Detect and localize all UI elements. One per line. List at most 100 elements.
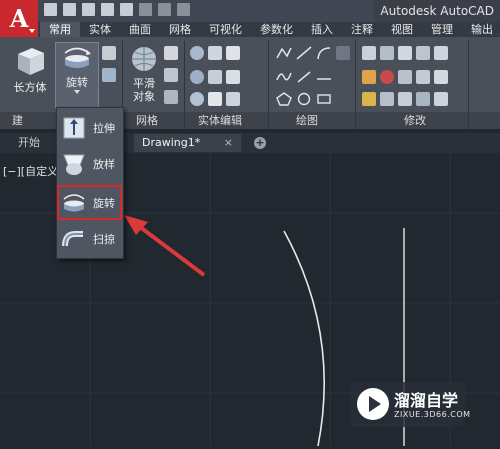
panel-label-draw[interactable]: 绘图 bbox=[296, 112, 318, 129]
revolve-icon bbox=[63, 193, 85, 211]
autocad-logo-icon: A bbox=[9, 3, 29, 33]
panel-label-modeling[interactable]: 建 bbox=[12, 112, 23, 129]
workspace-icon[interactable] bbox=[177, 3, 190, 16]
tab-drawing1[interactable]: Drawing1* × bbox=[134, 134, 241, 152]
flyout-item-loft[interactable]: 放样 bbox=[59, 148, 121, 180]
play-logo-icon bbox=[357, 388, 389, 420]
mirror-icon[interactable] bbox=[362, 70, 376, 84]
tab-manage[interactable]: 管理 bbox=[422, 22, 462, 37]
tab-parametric[interactable]: 参数化 bbox=[251, 22, 302, 37]
mesh-box-icon[interactable] bbox=[164, 46, 178, 60]
revolve-flyout-menu: 拉伸 放样 旋转 扫掠 bbox=[56, 107, 124, 259]
draw-row-1 bbox=[276, 46, 350, 60]
application-menu-button[interactable]: A bbox=[0, 0, 38, 37]
line-icon[interactable] bbox=[296, 46, 312, 60]
new-file-icon[interactable] bbox=[44, 3, 57, 16]
3d-move-icon[interactable] bbox=[380, 46, 394, 60]
mesh-small-tools bbox=[164, 46, 178, 104]
slice-icon[interactable] bbox=[226, 92, 240, 106]
panel-label-modify[interactable]: 修改 bbox=[404, 112, 426, 129]
smooth-object-button[interactable]: 平滑 对象 bbox=[126, 44, 162, 103]
box-button[interactable]: 长方体 bbox=[8, 44, 52, 94]
tab-insert[interactable]: 插入 bbox=[302, 22, 342, 37]
panel-label-mesh[interactable]: 网格 bbox=[136, 112, 158, 129]
modify-row-3 bbox=[362, 92, 448, 106]
new-tab-button[interactable]: + bbox=[254, 137, 266, 149]
box-icon bbox=[18, 48, 44, 75]
subtract-icon[interactable] bbox=[190, 70, 204, 84]
intersect-icon[interactable] bbox=[190, 92, 204, 106]
erase-icon[interactable] bbox=[434, 92, 448, 106]
circle-icon[interactable] bbox=[296, 92, 312, 106]
open-folder-icon[interactable] bbox=[63, 3, 76, 16]
tab-start[interactable]: 开始 bbox=[10, 134, 48, 152]
watermark: 溜溜自学 ZIXUE.3D66.COM bbox=[350, 382, 470, 427]
union-icon[interactable] bbox=[190, 46, 204, 60]
arc-icon[interactable] bbox=[316, 46, 332, 60]
tab-visualize[interactable]: 可视化 bbox=[200, 22, 251, 37]
window-title: Autodesk AutoCAD bbox=[374, 0, 500, 22]
3d-rotate-icon[interactable] bbox=[380, 70, 394, 84]
extract-edges-icon[interactable] bbox=[208, 46, 222, 60]
tab-view[interactable]: 视图 bbox=[382, 22, 422, 37]
offset-icon[interactable] bbox=[434, 46, 448, 60]
rotate-icon[interactable] bbox=[398, 46, 412, 60]
mesh-sphere-icon bbox=[132, 47, 156, 71]
explode-icon[interactable] bbox=[398, 92, 412, 106]
chevron-down-icon bbox=[74, 90, 80, 94]
draw-row-2 bbox=[276, 70, 332, 84]
stretch-icon[interactable] bbox=[362, 92, 376, 106]
separate-icon[interactable] bbox=[226, 46, 240, 60]
save-as-icon[interactable] bbox=[101, 3, 114, 16]
revolve-button[interactable]: 旋转 bbox=[55, 42, 99, 108]
arc-profile[interactable] bbox=[283, 230, 325, 447]
revolve-icon bbox=[64, 47, 91, 68]
viewport-controls[interactable]: [−][自定义 bbox=[3, 163, 58, 179]
extrude-faces-icon[interactable] bbox=[208, 70, 222, 84]
fillet-edge-icon[interactable] bbox=[208, 92, 222, 106]
rectangle-icon[interactable] bbox=[316, 92, 332, 106]
modify-row-1 bbox=[362, 46, 448, 60]
loft-icon bbox=[63, 154, 85, 175]
close-icon[interactable]: × bbox=[224, 136, 233, 149]
print-icon[interactable] bbox=[120, 3, 133, 16]
tab-annotate[interactable]: 注释 bbox=[342, 22, 382, 37]
save-icon[interactable] bbox=[82, 3, 95, 16]
ribbon-tabs: 常用 实体 曲面 网格 可视化 参数化 插入 注释 视图 管理 输出 bbox=[40, 22, 500, 37]
tab-mesh[interactable]: 网格 bbox=[160, 22, 200, 37]
undo-icon[interactable] bbox=[139, 3, 152, 16]
trim-icon[interactable] bbox=[416, 46, 430, 60]
ray-icon[interactable] bbox=[296, 70, 312, 84]
mesh-refine-icon[interactable] bbox=[164, 68, 178, 82]
tab-surface[interactable]: 曲面 bbox=[120, 22, 160, 37]
extrude-icon bbox=[63, 117, 85, 139]
shell-icon[interactable] bbox=[226, 70, 240, 84]
flyout-item-sweep[interactable]: 扫掠 bbox=[59, 223, 121, 255]
tab-home[interactable]: 常用 bbox=[40, 22, 80, 37]
tab-output[interactable]: 输出 bbox=[462, 22, 500, 37]
spline-icon[interactable] bbox=[276, 70, 292, 84]
panel-label-solid-edit[interactable]: 实体编辑 bbox=[198, 112, 242, 129]
presspull-icon[interactable] bbox=[102, 46, 116, 60]
sweep-icon bbox=[62, 231, 83, 247]
tab-solid[interactable]: 实体 bbox=[80, 22, 120, 37]
watermark-title: 溜溜自学 bbox=[394, 391, 459, 410]
draw-more-icon[interactable] bbox=[336, 46, 350, 60]
scale-icon[interactable] bbox=[398, 70, 412, 84]
polyline-icon[interactable] bbox=[276, 46, 292, 60]
move-icon[interactable] bbox=[362, 46, 376, 60]
flyout-item-revolve[interactable]: 旋转 bbox=[57, 185, 122, 220]
redo-icon[interactable] bbox=[158, 3, 171, 16]
modify-row-2 bbox=[362, 70, 448, 84]
polysolid-icon[interactable] bbox=[102, 68, 116, 82]
flyout-item-extrude[interactable]: 拉伸 bbox=[59, 112, 121, 144]
align-icon[interactable] bbox=[416, 92, 430, 106]
solid-edit-row-1 bbox=[190, 46, 240, 60]
polygon-icon[interactable] bbox=[276, 92, 292, 106]
chevron-down-icon bbox=[29, 29, 35, 33]
mesh-crease-icon[interactable] bbox=[164, 90, 178, 104]
array-icon[interactable] bbox=[434, 70, 448, 84]
fillet-icon[interactable] bbox=[380, 92, 394, 106]
construction-line-icon[interactable] bbox=[316, 70, 332, 84]
copy-icon[interactable] bbox=[416, 70, 430, 84]
